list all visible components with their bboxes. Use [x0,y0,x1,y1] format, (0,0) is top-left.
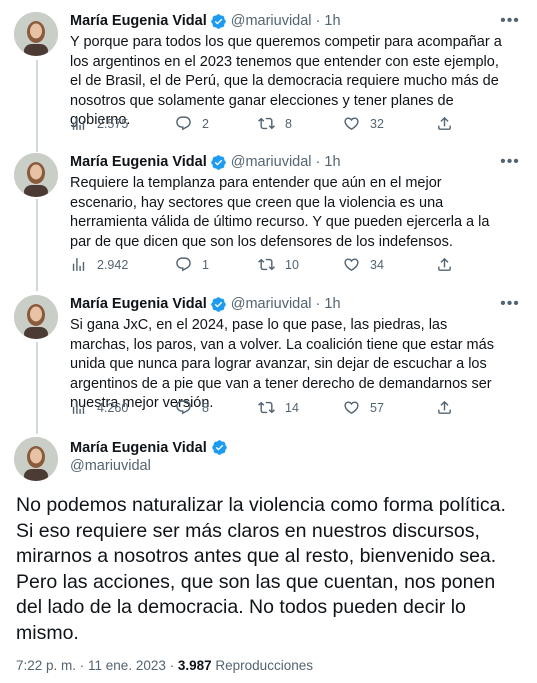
share-button[interactable] [436,399,453,416]
share-icon [438,257,451,271]
more-icon[interactable]: ••• [499,153,521,170]
retweet-count: 10 [285,257,299,272]
author-handle[interactable]: @mariuvidal [70,458,151,474]
retweet-button[interactable]: 14 [258,399,299,416]
verified-badge-icon [210,296,226,312]
tweet-timestamp[interactable]: 7:22 p. m. · 11 ene. 2023 · [16,658,178,673]
avatar[interactable] [14,437,58,481]
author-name[interactable]: María Eugenia Vidal [70,295,207,313]
tweet-actions: 2.575 2 8 32 [70,115,470,133]
tweet-time[interactable]: 1h [324,295,340,313]
views-icon [72,117,85,130]
share-button[interactable] [436,115,453,132]
retweet-count: 14 [285,400,299,415]
share-button[interactable] [436,256,453,273]
tweet-actions: 2.942 1 10 34 [70,256,470,274]
retweet-button[interactable]: 10 [258,256,299,273]
reply-count: 1 [202,257,209,272]
author-handle[interactable]: @mariuvidal [231,295,312,313]
like-count: 34 [370,257,384,272]
retweet-icon [258,401,275,414]
views-icon [72,401,85,414]
views-total: 3.987 [177,658,212,673]
separator-dot: · [315,13,321,29]
main-author-row: María Eugenia Vidal [70,439,232,456]
reply-icon [176,400,191,415]
separator-dot: · [315,296,321,312]
verified-badge-icon [210,13,226,29]
tweet-header: María Eugenia Vidal @mariuvidal · 1h [70,153,341,171]
views-button[interactable]: 4.260 [70,399,128,416]
tweet-header: María Eugenia Vidal @mariuvidal · 1h [70,295,341,313]
like-button[interactable]: 57 [343,399,384,416]
more-icon[interactable]: ••• [499,12,521,29]
tweet[interactable]: María Eugenia Vidal @mariuvidal · 1h •••… [0,0,537,150]
tweet-time[interactable]: 1h [324,153,340,171]
reply-button[interactable]: 1 [175,256,209,273]
retweet-count: 8 [285,116,292,131]
tweet[interactable]: María Eugenia Vidal @mariuvidal · 1h •••… [0,141,537,291]
tweet-header: María Eugenia Vidal @mariuvidal · 1h [70,12,341,30]
avatar[interactable] [14,153,58,197]
like-icon [344,401,359,414]
views-count: 4.260 [97,400,129,415]
like-count: 32 [370,116,384,131]
views-button[interactable]: 2.942 [70,256,128,273]
like-count: 57 [370,400,384,415]
author-handle[interactable]: @mariuvidal [231,153,312,171]
like-icon [344,258,359,271]
avatar[interactable] [14,12,58,56]
verified-badge-icon [211,440,227,455]
avatar[interactable] [14,295,58,339]
like-button[interactable]: 34 [343,256,384,273]
tweet-text: Requiere la templanza para entender que … [70,175,490,250]
author-name[interactable]: María Eugenia Vidal [70,12,207,30]
tweet[interactable]: María Eugenia Vidal @mariuvidal · 1h •••… [0,283,537,433]
views-button[interactable]: 2.575 [70,115,128,132]
views-icon [72,258,85,271]
reply-icon [176,257,191,272]
views-label: Reproducciones [211,658,313,673]
tweet-actions: 4.260 8 14 57 [70,399,470,417]
retweet-button[interactable]: 8 [258,115,292,132]
more-icon[interactable]: ••• [499,295,521,312]
author-name[interactable]: María Eugenia Vidal [70,440,207,456]
reply-count: 2 [202,116,209,131]
reply-count: 8 [202,400,209,415]
retweet-icon [258,117,275,130]
views-count: 2.942 [97,257,129,272]
like-icon [344,117,359,130]
retweet-icon [258,258,275,271]
main-tweet: María Eugenia Vidal @mariuvidal No podem… [0,425,537,683]
tweet-time[interactable]: 1h [324,12,340,30]
verified-badge-icon [210,154,226,170]
views-count: 2.575 [97,116,129,131]
reply-icon [176,116,191,131]
author-name[interactable]: María Eugenia Vidal [70,153,207,171]
tweet-meta: 7:22 p. m. · 11 ene. 2023 · 3.987 Reprod… [16,658,313,673]
main-tweet-text: No podemos naturalizar la violencia como… [16,494,506,644]
author-handle[interactable]: @mariuvidal [231,12,312,30]
share-icon [438,116,451,130]
separator-dot: · [315,154,321,170]
like-button[interactable]: 32 [343,115,384,132]
share-icon [438,400,451,414]
reply-button[interactable]: 8 [175,399,209,416]
reply-button[interactable]: 2 [175,115,209,132]
